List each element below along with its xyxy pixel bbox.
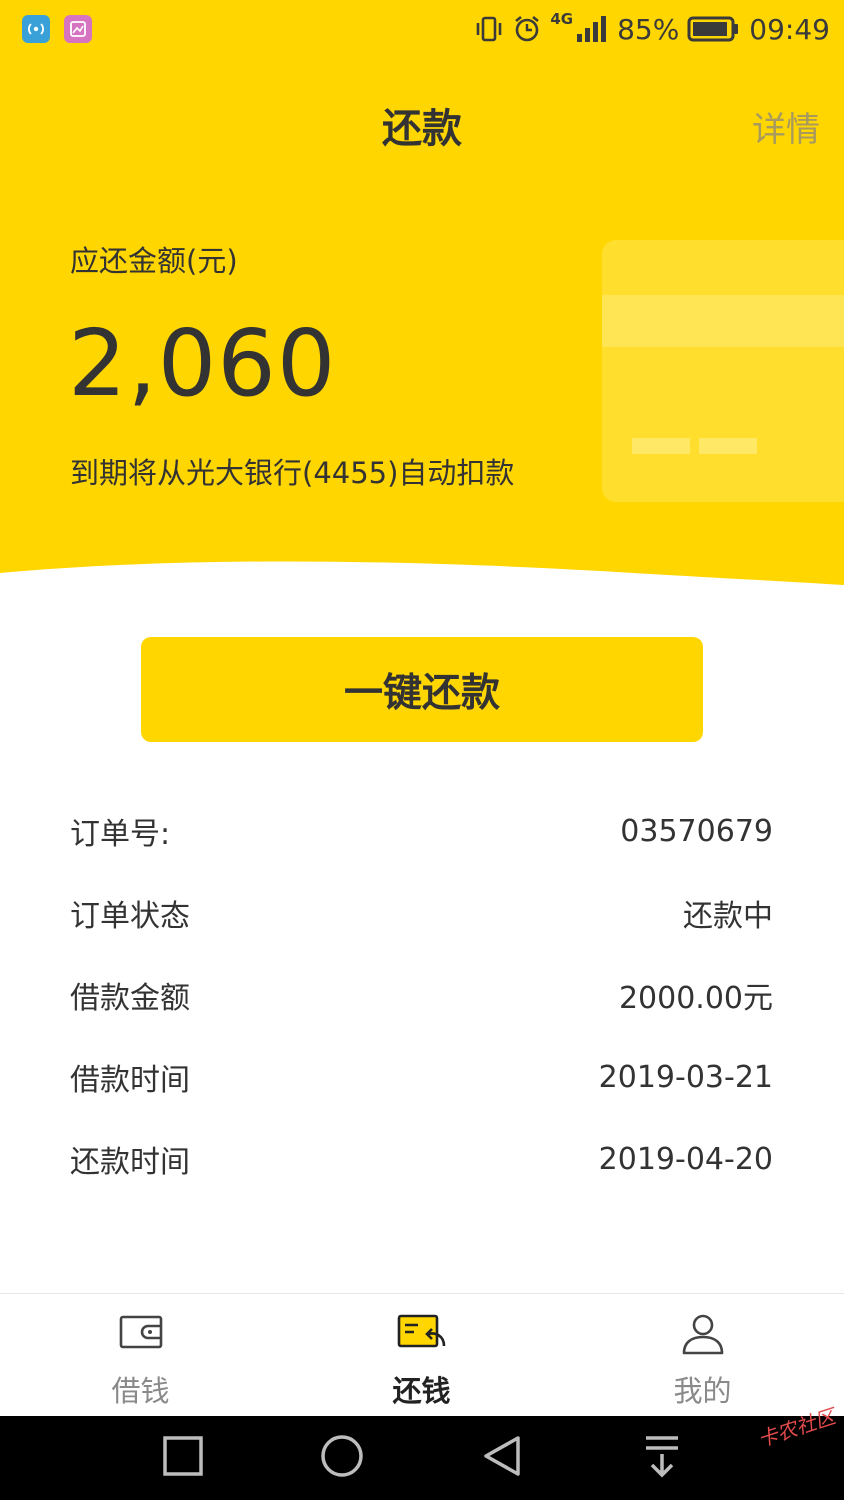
wave-divider bbox=[0, 561, 844, 600]
loan-amount-value: 2000.00元 bbox=[618, 981, 773, 1016]
status-bar: 4G 85% 09:49 bbox=[0, 0, 844, 58]
tab-mine-label: 我的 bbox=[673, 1374, 732, 1408]
order-status-row: 订单状态 还款中 bbox=[70, 872, 773, 954]
network-type: 4G bbox=[550, 10, 574, 28]
loan-amount-label: 借款金额 bbox=[70, 981, 190, 1016]
notification-pull-icon[interactable] bbox=[642, 1434, 682, 1478]
loan-amount-row: 借款金额 2000.00元 bbox=[70, 954, 773, 1036]
amount-due-value: 2,060 bbox=[68, 310, 337, 417]
hotspot-app-icon bbox=[22, 15, 50, 43]
signal-icon bbox=[577, 16, 607, 42]
bottom-tab-bar: 借钱 还钱 我的 bbox=[0, 1293, 844, 1416]
vibrate-icon bbox=[477, 16, 502, 42]
repay-date-value: 2019-04-20 bbox=[598, 1141, 773, 1177]
one-click-repay-button[interactable]: 一键还款 bbox=[141, 637, 703, 742]
amount-due-label: 应还金额(元) bbox=[70, 244, 238, 278]
recent-apps-icon[interactable] bbox=[163, 1436, 203, 1476]
battery-percent: 85% bbox=[617, 12, 680, 46]
alarm-icon bbox=[515, 15, 540, 42]
loan-date-row: 借款时间 2019-03-21 bbox=[70, 1036, 773, 1118]
loan-date-label: 借款时间 bbox=[70, 1063, 190, 1098]
card-dash-decoration bbox=[632, 438, 690, 454]
page-title: 还款 bbox=[382, 106, 462, 152]
order-info-list: 订单号: 03570679 订单状态 还款中 借款金额 2000.00元 借款时… bbox=[70, 790, 773, 1200]
profile-icon bbox=[682, 1314, 723, 1355]
tab-mine[interactable]: 我的 bbox=[562, 1294, 843, 1416]
loan-date-value: 2019-03-21 bbox=[598, 1059, 773, 1095]
detail-link[interactable]: 详情 bbox=[752, 102, 820, 151]
tab-borrow[interactable]: 借钱 bbox=[0, 1294, 281, 1416]
order-number-value: 03570679 bbox=[620, 813, 773, 849]
card-stripe-decoration bbox=[602, 295, 844, 347]
order-status-label: 订单状态 bbox=[70, 899, 190, 934]
home-icon[interactable] bbox=[320, 1434, 364, 1478]
clock: 09:49 bbox=[749, 12, 830, 46]
card-decoration bbox=[602, 240, 844, 502]
repay-date-row: 还款时间 2019-04-20 bbox=[70, 1118, 773, 1200]
back-icon[interactable] bbox=[482, 1434, 522, 1478]
wallet-icon bbox=[119, 1315, 162, 1349]
order-number-label: 订单号: bbox=[70, 817, 171, 852]
auto-debit-note: 到期将从光大银行(4455)自动扣款 bbox=[70, 456, 515, 490]
system-navigation-bar bbox=[0, 1416, 844, 1500]
tab-repay-label: 还钱 bbox=[392, 1374, 451, 1408]
tab-borrow-label: 借钱 bbox=[111, 1374, 170, 1408]
repay-card-icon bbox=[397, 1314, 445, 1348]
repay-date-label: 还款时间 bbox=[70, 1145, 190, 1180]
gallery-app-icon bbox=[64, 15, 92, 43]
battery-icon bbox=[687, 16, 739, 42]
card-dash-decoration bbox=[699, 438, 757, 454]
order-number-row: 订单号: 03570679 bbox=[70, 790, 773, 872]
tab-repay[interactable]: 还钱 bbox=[281, 1294, 562, 1416]
order-status-value: 还款中 bbox=[683, 899, 773, 934]
repay-summary-panel: 4G 85% 09:49 还款 详情 应还金额(元) 2,060 到期将从光大银… bbox=[0, 0, 844, 600]
